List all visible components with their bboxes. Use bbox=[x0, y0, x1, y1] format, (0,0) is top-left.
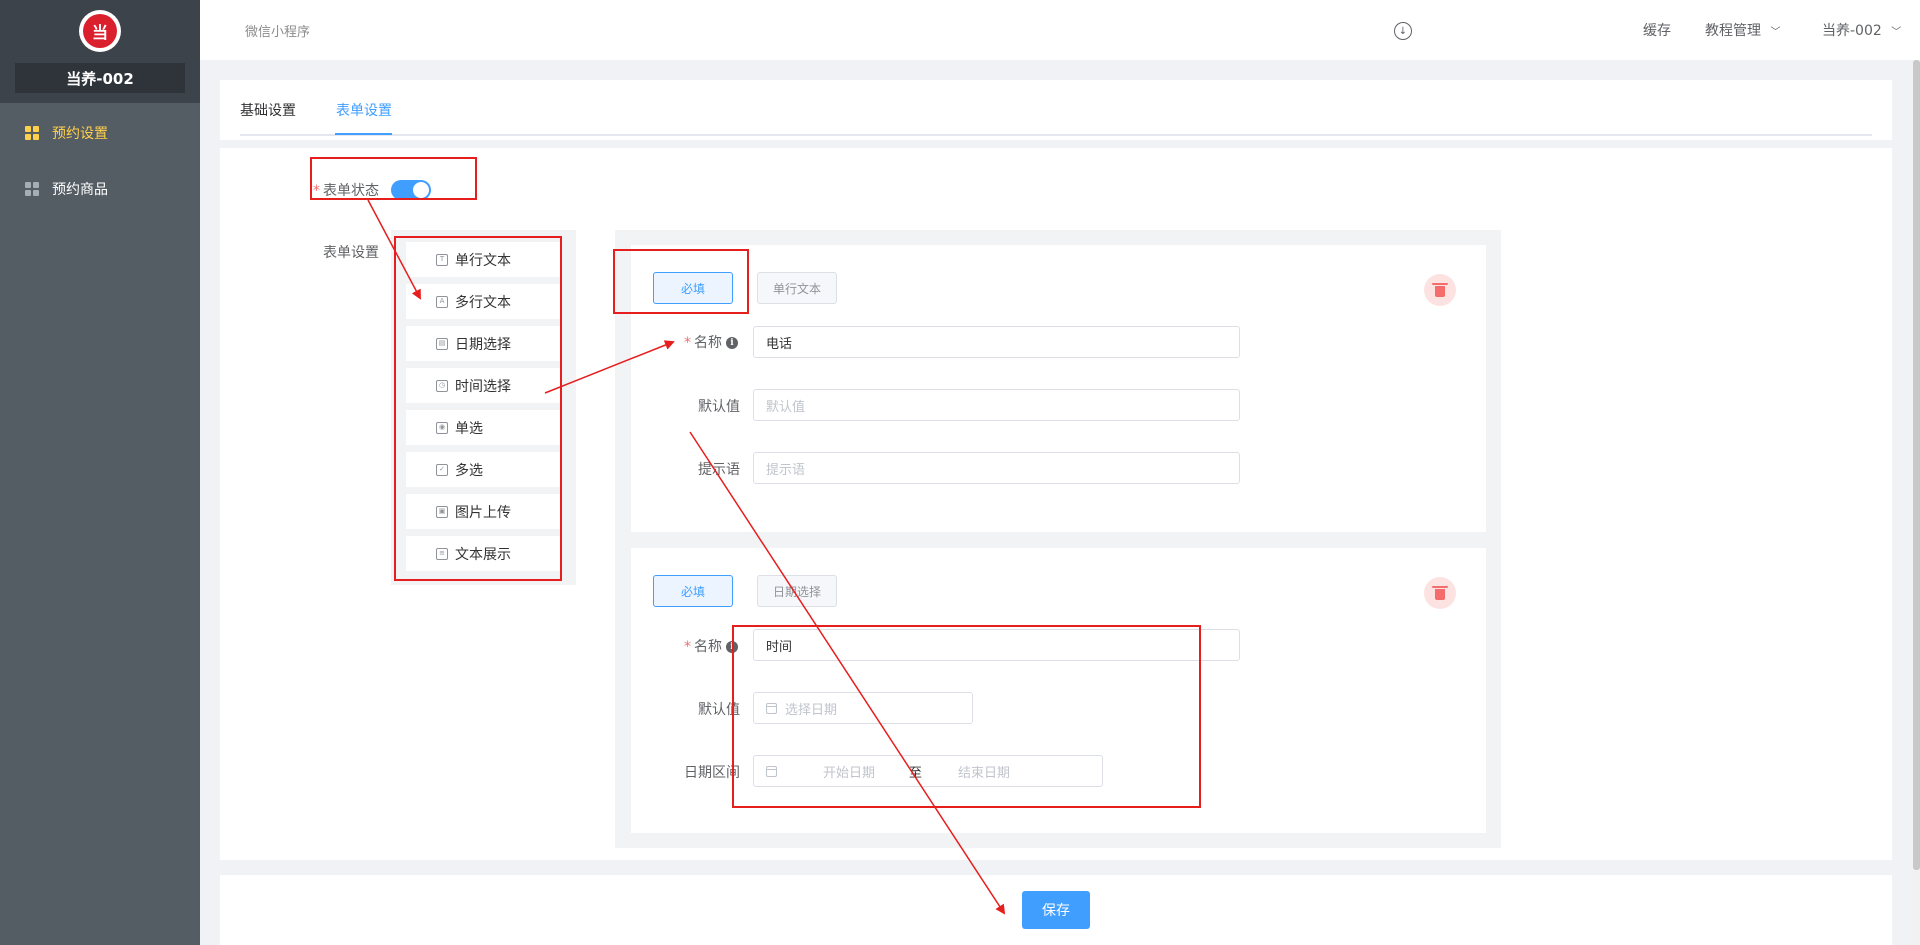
annotation-box-date-field bbox=[732, 625, 1201, 808]
sidebar: 当 当养-002 预约设置 预约商品 bbox=[0, 0, 200, 945]
trash-icon bbox=[1432, 283, 1448, 297]
grid-icon bbox=[25, 182, 39, 196]
save-button[interactable]: 保存 bbox=[1022, 891, 1090, 929]
required-button[interactable]: 必填 bbox=[653, 575, 733, 607]
store-name: 当养-002 bbox=[15, 63, 185, 93]
cache-link[interactable]: 缓存 bbox=[1643, 20, 1671, 40]
field-default-label: 默认值 bbox=[698, 399, 740, 415]
download-icon[interactable]: ↓ bbox=[1394, 22, 1412, 40]
tab-active-indicator bbox=[335, 133, 392, 135]
field-name-input[interactable]: 电话 bbox=[753, 326, 1240, 358]
info-icon: i bbox=[726, 337, 738, 349]
tabs-card bbox=[220, 80, 1892, 140]
field-default-input[interactable]: 默认值 bbox=[753, 389, 1240, 421]
form-settings-label: 表单设置 bbox=[323, 245, 379, 261]
tab-form-settings[interactable]: 表单设置 bbox=[336, 100, 392, 120]
tab-divider bbox=[240, 134, 1872, 136]
trash-icon bbox=[1432, 586, 1448, 600]
user-menu[interactable]: 当养-002 ﹀ bbox=[1822, 20, 1901, 40]
field-hint-input[interactable]: 提示语 bbox=[753, 452, 1240, 484]
scrollbar-thumb[interactable] bbox=[1913, 60, 1920, 870]
tutorial-label: 教程管理 bbox=[1705, 23, 1761, 39]
annotation-box-required bbox=[613, 249, 749, 314]
grid-icon bbox=[25, 126, 39, 140]
field-type-tag: 单行文本 bbox=[757, 272, 837, 304]
tab-basic-settings[interactable]: 基础设置 bbox=[240, 100, 296, 120]
field-name-label: * 名称 i bbox=[684, 636, 738, 656]
sidebar-item-booking-settings[interactable]: 预约设置 bbox=[0, 111, 200, 155]
field-hint-label: 提示语 bbox=[698, 462, 740, 478]
sidebar-item-label: 预约设置 bbox=[52, 126, 108, 142]
delete-field-button[interactable] bbox=[1424, 274, 1456, 306]
sidebar-item-booking-products[interactable]: 预约商品 bbox=[0, 167, 200, 211]
tutorial-menu[interactable]: 教程管理 ﹀ bbox=[1705, 20, 1780, 40]
user-name: 当养-002 bbox=[1822, 23, 1882, 39]
field-name-label: * 名称 i bbox=[684, 332, 738, 352]
chevron-down-icon: ﹀ bbox=[1891, 27, 1902, 38]
annotation-box-palette bbox=[394, 236, 562, 581]
delete-field-button[interactable] bbox=[1424, 577, 1456, 609]
sidebar-item-label: 预约商品 bbox=[52, 182, 108, 198]
sidebar-header: 当 当养-002 bbox=[0, 0, 200, 103]
page-title: 微信小程序 bbox=[245, 25, 311, 40]
annotation-box-status bbox=[310, 157, 477, 200]
field-type-tag: 日期选择 bbox=[757, 575, 837, 607]
chevron-down-icon: ﹀ bbox=[1770, 27, 1781, 38]
logo-mark: 当 bbox=[83, 14, 117, 48]
logo: 当 bbox=[79, 10, 121, 52]
